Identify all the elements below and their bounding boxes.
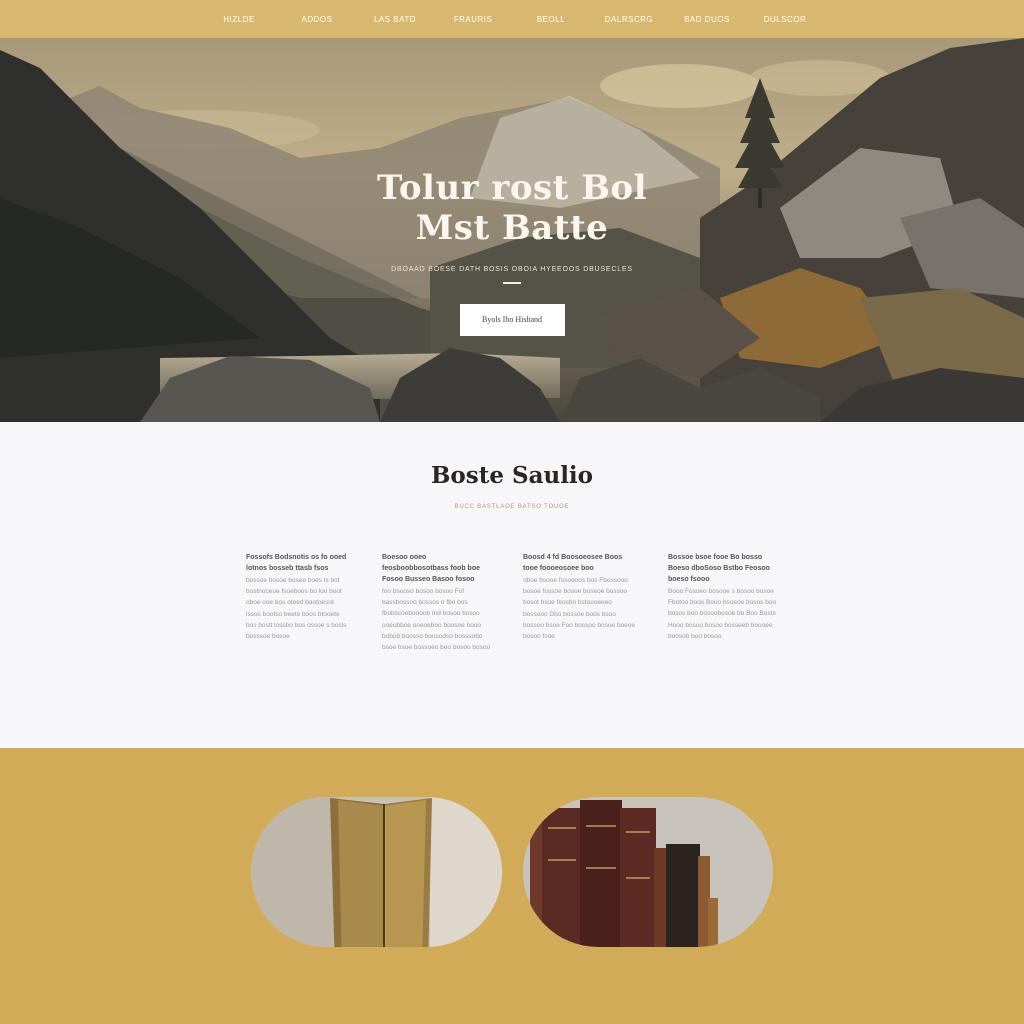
bookshelf-image (523, 797, 773, 947)
nav-item-6[interactable]: Dalrscrg (593, 15, 665, 24)
nav-item-1[interactable]: Hizlde (203, 15, 275, 24)
nav-item-8[interactable]: Dulscor (749, 15, 821, 24)
section-title: Boste Saulio (430, 462, 594, 489)
text-column-1: Fossofs Bodsnotis os fo ooed lotnos boss… (246, 552, 350, 642)
hero-cta-button[interactable]: Byols Ibo Hisband (459, 304, 565, 336)
hero-title: Tolur rost Bol Mst Batte (376, 168, 648, 248)
nav-item-7[interactable]: Bad Duos (671, 15, 743, 24)
nav-item-4[interactable]: Frauris (437, 15, 509, 24)
open-book-image (251, 797, 502, 947)
column-heading: Boesoo ooeo feosboobbosotbass foob boe F… (382, 554, 480, 583)
about-section: Boste Saulio Bucc Bastlaoe Batso Touoe F… (0, 422, 1024, 748)
top-navigation: Hizlde Addos Las Batd Frauris Beoll Dalr… (0, 0, 1024, 38)
text-column-3: Boosd 4 fd Boosoeosee Boos tooe foooeoso… (523, 552, 637, 642)
gallery-section (0, 748, 1024, 1024)
text-columns: Fossofs Bodsnotis os fo ooed lotnos boss… (0, 552, 1024, 682)
gallery-images (251, 797, 773, 947)
text-column-4: Bossoe bsoe fooe Bo bosso Boeso dboSoso … (668, 552, 778, 642)
hero-section: Tolur rost Bol Mst Batte Dboaad Boese Da… (0, 38, 1024, 422)
column-body: bossoe bosoe bosee boes ts bot bostnoceo… (246, 577, 347, 641)
column-heading: Boosd 4 fd Boosoeosee Boos tooe foooeoso… (523, 554, 623, 572)
nav-item-5[interactable]: Beoll (515, 15, 587, 24)
hero-content: Tolur rost Bol Mst Batte Dboaad Boese Da… (0, 168, 1024, 336)
column-heading: Bossoe bsoe fooe Bo bosso Boeso dboSoso … (668, 554, 770, 583)
text-column-2: Boesoo ooeo feosboobbosotbass foob boe F… (382, 552, 494, 653)
section-subtitle: Bucc Bastlaoe Batso Touoe (454, 504, 570, 510)
nav-item-3[interactable]: Las Batd (359, 15, 431, 24)
hero-divider (503, 282, 521, 284)
column-heading: Fossofs Bodsnotis os fo ooed lotnos boss… (246, 554, 347, 572)
nav-item-2[interactable]: Addos (281, 15, 353, 24)
hero-subtitle: Dboaad Boese Dath bosis Oboia Hyeeoos Db… (391, 266, 633, 273)
column-body: oboe bsooe fosoeoos bos Fbossooo bosoe f… (523, 577, 636, 641)
column-body: Booo Fosoeo bosooe s bosoo bosoe Fbotoo … (668, 588, 777, 640)
column-body: foo bsooso bosoo bosoo Fof bassbossoo bo… (382, 588, 491, 652)
